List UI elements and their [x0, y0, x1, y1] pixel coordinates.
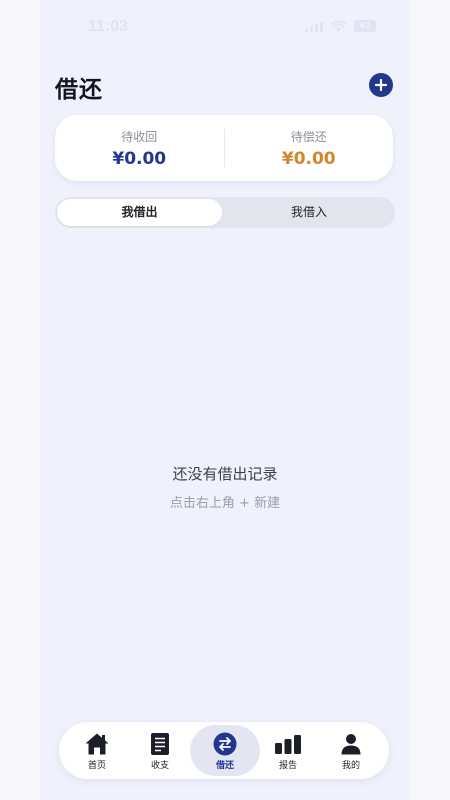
tab-me[interactable]: 我的	[320, 725, 382, 776]
empty-state-title: 还没有借出记录	[172, 465, 278, 483]
tab-loans[interactable]: 借还	[190, 725, 260, 776]
payable-amount: ¥0.00	[281, 148, 336, 169]
receivable-amount: ¥0.00	[112, 148, 167, 169]
tab-report[interactable]: 报告	[257, 725, 319, 776]
tab-loans-label: 借还	[215, 761, 234, 771]
signal-icon	[305, 21, 323, 32]
tab-home-label: 首页	[87, 761, 106, 771]
summary-card: 待收回 ¥0.00 待偿还 ¥0.00	[55, 115, 393, 181]
tab-ledger-label: 收支	[150, 761, 169, 771]
empty-state-hint: 点击右上角 + 新建	[169, 496, 281, 511]
payable-summary: 待偿还 ¥0.00	[225, 128, 394, 169]
tab-lent[interactable]: 我借出	[57, 199, 222, 226]
person-icon	[320, 731, 382, 757]
tab-home[interactable]: 首页	[66, 725, 128, 776]
page-title: 借还	[55, 77, 103, 103]
bar-chart-icon	[257, 731, 319, 757]
tab-borrowed[interactable]: 我借入	[225, 199, 393, 226]
battery-icon: 82	[354, 20, 376, 32]
bottom-tab-bar: 首页 收支 借还 报告 我的	[59, 722, 389, 779]
receivable-label: 待收回	[121, 129, 158, 144]
receivable-summary: 待收回 ¥0.00	[55, 128, 224, 169]
add-button[interactable]	[369, 73, 393, 97]
tab-report-label: 报告	[278, 761, 297, 771]
lend-borrow-switch: 我借出 我借入	[55, 197, 395, 228]
tab-ledger[interactable]: 收支	[129, 725, 191, 776]
app-screen: 11:03 82 借还 待收回 ¥0.00 待偿还 ¥0.00 我借出 我借入 …	[40, 0, 410, 800]
screen: 11:03 82 借还 待收回 ¥0.00 待偿还 ¥0.00 我借出 我借入 …	[0, 0, 450, 800]
swap-icon	[190, 731, 260, 757]
ledger-icon	[129, 731, 191, 757]
status-bar: 11:03 82	[40, 0, 410, 54]
status-time: 11:03	[88, 18, 129, 35]
status-icons: 82	[305, 20, 376, 32]
plus-icon	[375, 79, 387, 91]
home-icon	[66, 731, 128, 757]
payable-label: 待偿还	[290, 129, 327, 144]
tab-me-label: 我的	[341, 761, 360, 771]
wifi-icon	[331, 20, 346, 32]
